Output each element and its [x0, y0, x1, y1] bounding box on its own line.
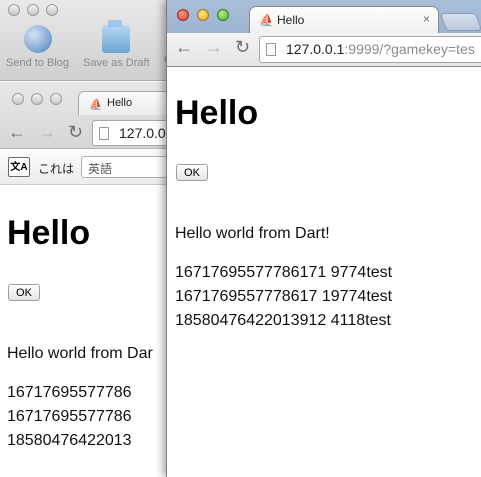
page-icon: [99, 127, 109, 140]
page-icon: [266, 43, 276, 56]
forward-arrow-icon[interactable]: →: [205, 37, 223, 58]
zoom-window-button[interactable]: [46, 4, 58, 16]
navigation-buttons: ← → ↻: [175, 37, 250, 58]
minimize-window-button[interactable]: [197, 9, 209, 21]
tab-title: Hello: [277, 13, 305, 27]
hello-message: Hello world from Dar: [7, 345, 153, 362]
new-tab-button[interactable]: [439, 13, 481, 31]
globe-icon: [23, 25, 52, 53]
reload-icon[interactable]: ↻: [235, 37, 250, 58]
save-as-draft-button[interactable]: Save as Draft: [83, 20, 150, 69]
page-heading: Hello: [175, 94, 259, 132]
page-heading: Hello: [7, 214, 91, 252]
background-window-controls: [12, 93, 62, 105]
browser-toolbar: ← → ↻ 127.0.0.1:9999/?gamekey=tes: [167, 33, 481, 66]
output-line: 16717695577786: [7, 384, 132, 401]
zoom-window-button[interactable]: [217, 9, 229, 21]
close-window-button[interactable]: [177, 9, 189, 21]
address-text: 127.0.0.1:9999/?gamekey=tes: [286, 41, 475, 57]
address-text: 127.0.0.: [119, 125, 170, 141]
address-path: :9999/?gamekey=tes: [344, 41, 475, 57]
close-tab-icon[interactable]: ×: [423, 12, 430, 26]
translate-infobar: 文A これは 英語: [0, 150, 181, 185]
foreground-browser-chrome: ⛵ Hello × ← → ↻ 127.0.0.1:9999/?gamekey=…: [167, 0, 481, 67]
hello-message: Hello world from Dart!: [175, 225, 330, 242]
navigation-buttons: ← → ↻: [8, 122, 83, 143]
send-to-blog-label: Send to Blog: [6, 57, 69, 69]
ok-button[interactable]: OK: [176, 164, 208, 181]
output-line: 18580476422013912 4118test: [175, 312, 391, 329]
background-browser-window: ⛵ Hello ← → ↻ 127.0.0. 文A これは 英語 Hello O…: [0, 82, 198, 477]
folder-icon: [102, 20, 131, 53]
zoom-window-button[interactable]: [50, 93, 62, 105]
minimize-window-button[interactable]: [27, 4, 39, 16]
tab-title: Hello: [107, 97, 133, 109]
reload-icon[interactable]: ↻: [68, 122, 83, 143]
address-bar[interactable]: 127.0.0.1:9999/?gamekey=tes: [259, 36, 481, 63]
ok-button[interactable]: OK: [8, 284, 40, 301]
output-line: 16717695577786: [7, 408, 132, 425]
back-arrow-icon[interactable]: ←: [175, 37, 193, 58]
back-arrow-icon[interactable]: ←: [8, 122, 26, 143]
tab-hello[interactable]: ⛵ Hello ×: [249, 6, 439, 33]
ship-favicon-icon: ⛵: [259, 13, 274, 27]
foreground-browser-window: ⛵ Hello × ← → ↻ 127.0.0.1:9999/?gamekey=…: [166, 0, 481, 477]
output-line: 16717695577786171 9774test: [175, 264, 393, 281]
send-to-blog-button[interactable]: Send to Blog: [6, 25, 69, 69]
close-window-button[interactable]: [12, 93, 24, 105]
ship-favicon-icon: ⛵: [89, 99, 103, 111]
translate-prompt: これは: [38, 162, 75, 176]
address-host: 127.0.0.1: [286, 41, 345, 57]
forward-arrow-icon[interactable]: →: [38, 122, 56, 143]
translate-icon: 文A: [8, 157, 30, 177]
background-browser-chrome: ⛵ Hello ← → ↻ 127.0.0.: [0, 82, 198, 149]
save-as-draft-label: Save as Draft: [83, 57, 150, 69]
close-window-button[interactable]: [8, 4, 20, 16]
output-line: 18580476422013: [7, 432, 132, 449]
blog-window-controls: [8, 4, 58, 16]
minimize-window-button[interactable]: [31, 93, 43, 105]
output-line: 1671769557778617 19774test: [175, 288, 393, 305]
